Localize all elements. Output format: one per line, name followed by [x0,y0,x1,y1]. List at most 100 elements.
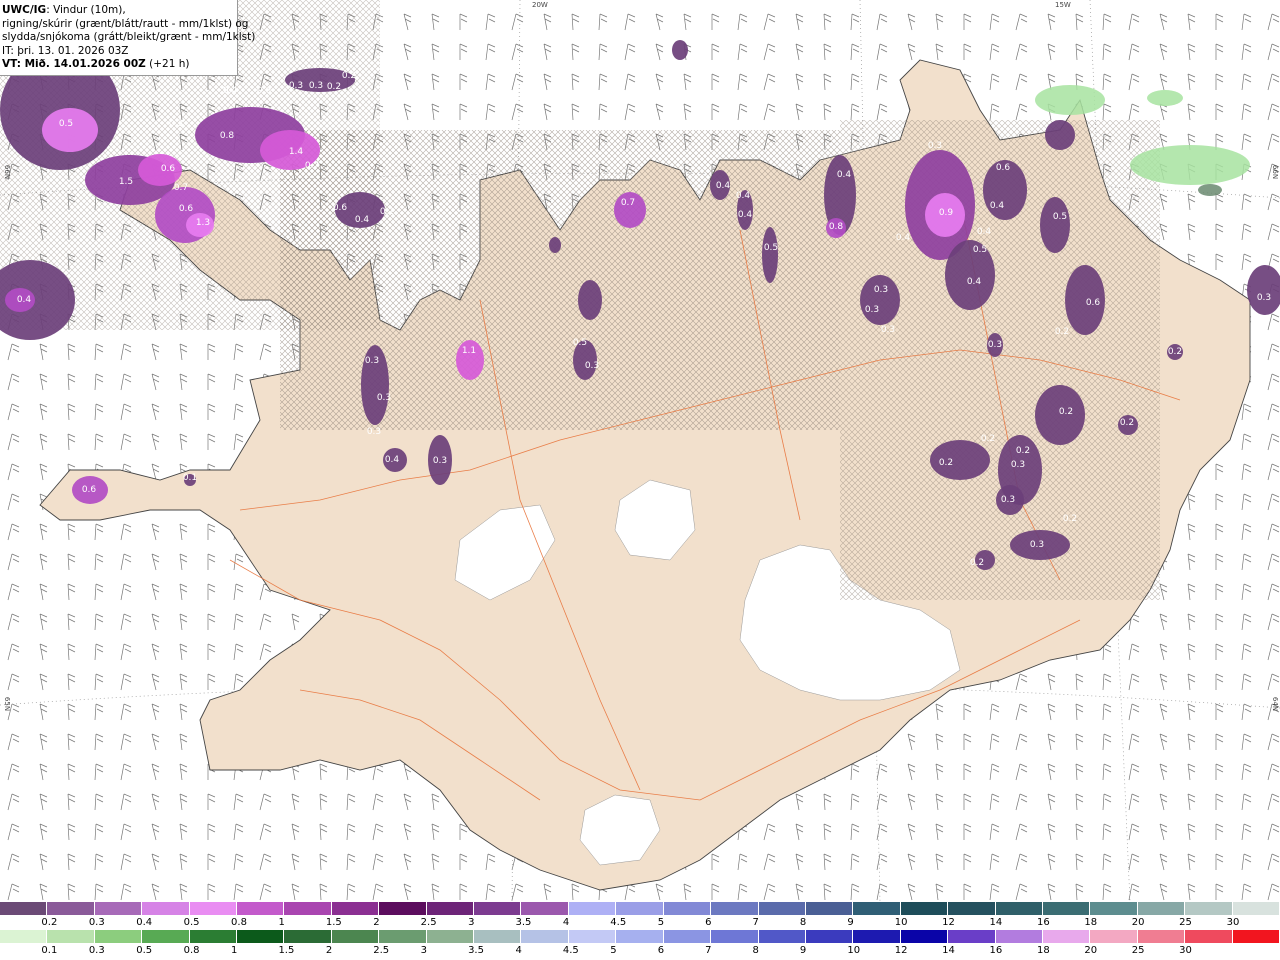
precip-value-label: 0.4 [738,210,753,220]
precip-value-label: 0.9 [939,208,954,218]
precip-value-label: 0.6 [161,164,176,174]
precip-value-label: 0.3 [874,285,888,295]
precip-value-label: 0.3 [433,456,447,466]
precip-value-label: 1.4 [289,147,304,157]
legend-color-swatch [663,902,712,915]
forecast-lead: (+21 h) [145,58,190,70]
legend-label: 30 [1226,917,1240,928]
snow-area [945,240,995,310]
legend-label: 2 [373,917,380,928]
legend-label: 25 [1131,945,1145,956]
precip-value-label: 0.7 [174,183,188,193]
precip-value-label: 0.3 [1011,460,1025,470]
init-time: IT: þri. 13. 01. 2026 03Z [2,44,129,57]
parameter-title: : Vindur (10m), [46,4,126,16]
legend-label: 18 [1084,917,1098,928]
legend-color-swatch [663,930,712,943]
snow-area [860,275,900,325]
precip-value-label: 0.3 [367,427,381,437]
legend-color-swatch [1185,902,1233,915]
lon-label-20w: 20W [532,1,548,9]
precip-value-label: 1.5 [119,177,133,187]
legend-color-swatch [94,930,143,943]
legend-label: 4 [562,917,570,928]
legend-label: 2 [325,945,333,956]
precip-value-label: 0.4 [736,191,751,201]
legend-label: 0.3 [88,917,105,928]
precip-value-label: 0.5 [573,338,587,348]
legend-color-swatch [474,930,522,943]
rain-legend-colorbar [0,930,1280,943]
precip-value-label: 0.6 [333,203,348,213]
legend-color-swatch [853,902,901,915]
precip-value-label: 0.2 [1059,407,1073,417]
precip-value-label: 0.2 [981,434,995,444]
legend-color-swatch [616,930,664,943]
precip-value-label: 0.6 [996,163,1011,173]
lat-label-66n-right: 66N [1271,164,1280,180]
legend-label: 25 [1179,917,1192,928]
legend-color-swatch [284,930,332,943]
precip-value-label: 0.3 [928,141,942,151]
precip-value-label: 0.6 [82,485,97,495]
precip-value-label: 0.1 [183,473,197,483]
precip-value-label: 1.3 [196,218,210,228]
legend-label: 4.5 [562,945,579,956]
legend-color-swatch [379,902,427,915]
lon-label-15w: 15W [1055,1,1071,9]
info-title-row: UWC/IG: Vindur (10m), [2,4,237,18]
legend-label: 4 [515,945,522,956]
precip-value-label: 0.4 [990,201,1005,211]
snow-description: slydda/snjókoma (grátt/bleikt/grænt - mm… [2,31,256,43]
precip-value-label: 0.7 [621,198,635,208]
legend-label: 2.5 [420,917,437,928]
legend-color-swatch [142,930,190,943]
precip-value-label: 0.5 [59,119,73,129]
legend-label: 0.5 [136,945,153,956]
snow-legend-colorbar [0,902,1280,915]
legend-label: 9 [847,917,854,928]
legend-label: 30 [1179,945,1192,956]
legend-color-swatch [189,902,238,915]
precip-value-label: 0.8 [829,222,844,232]
precip-value-label: 0.3 [585,361,599,371]
legend-color-swatch [1042,930,1091,943]
legend-label: 16 [989,945,1003,956]
precip-value-label: 0.2 [1055,327,1069,337]
legend-label: 8 [752,945,759,956]
legend-color-swatch [189,930,238,943]
rain-description: rigning/skúrir (grænt/blátt/rautt - mm/1… [2,17,249,30]
precip-value-label: 0.2 [1016,446,1030,456]
legend-label: 18 [1036,945,1050,956]
legend-color-swatch [521,930,569,943]
precip-value-label: 0.4 [977,227,992,237]
lat-label-65n: 65N [3,696,12,712]
precip-value-label: 0.4 [355,215,370,225]
precip-value-label: 0.3 [1257,293,1271,303]
legend-color-swatch [1137,902,1186,915]
legend-color-swatch [521,902,569,915]
legend-label: 7 [752,917,759,928]
lat-label-64n: 64N [1271,696,1280,712]
legend-label: 0.8 [231,917,247,928]
legend-color-swatch [94,902,143,915]
precip-value-label: 0.6 [179,204,194,214]
precip-value-label: 0.6 [1086,298,1101,308]
snow-area [672,40,688,60]
legend-color-swatch [568,902,617,915]
legend-label: 5 [610,945,617,956]
snow-area [578,280,602,320]
precip-value-label: 0.2 [380,207,394,217]
legend-color-swatch [616,902,664,915]
precip-value-label: 0.4 [967,277,982,287]
precip-value-label: 0.5 [973,245,987,255]
legend-color-swatch [379,930,427,943]
precip-value-label: 0.2 [1168,347,1182,357]
legend-color-swatch [1232,930,1280,943]
snow-area [1045,120,1075,150]
snow-legend-labels: 0.2 0.3 0.4 0.5 0.8 1 1.5 2 2.5 3 3.5 4 4.5 5 6 7 8 9 10 12… [0,916,1280,931]
legend-label: 10 [847,945,861,956]
precip-value-label: 1.1 [462,346,476,356]
legend-color-swatch [474,902,522,915]
precip-value-label: 0.4 [223,86,238,96]
